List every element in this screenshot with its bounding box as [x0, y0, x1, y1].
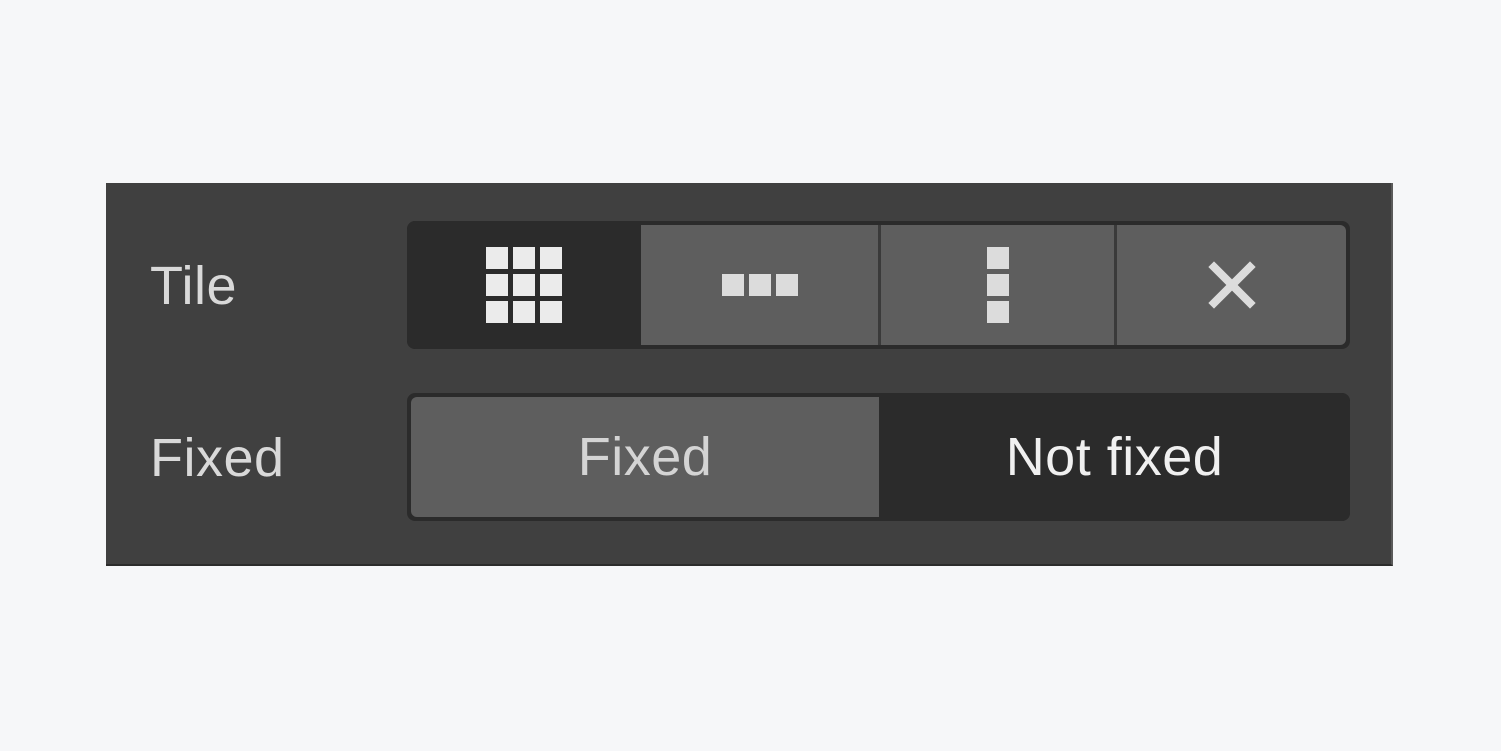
- close-icon: [1207, 261, 1256, 309]
- vertical-dots-icon: [986, 247, 1009, 323]
- grid-icon: [486, 247, 562, 323]
- horizontal-dots-icon: [721, 274, 798, 296]
- tile-option-repeat-x[interactable]: [641, 225, 878, 345]
- fixed-option-not-fixed[interactable]: Not fixed: [879, 393, 1350, 521]
- fixed-label: Fixed: [150, 428, 285, 488]
- tile-option-repeat[interactable]: [407, 221, 641, 349]
- tile-segmented-control: [407, 221, 1350, 349]
- tile-option-no-repeat[interactable]: [1114, 225, 1346, 345]
- background-settings-panel: Tile Fixed Fixed Not fixed: [106, 183, 1393, 566]
- tile-option-repeat-y[interactable]: [878, 225, 1114, 345]
- fixed-segmented-control: Fixed Not fixed: [407, 393, 1350, 521]
- tile-label: Tile: [150, 256, 238, 316]
- fixed-option-fixed[interactable]: Fixed: [411, 397, 879, 517]
